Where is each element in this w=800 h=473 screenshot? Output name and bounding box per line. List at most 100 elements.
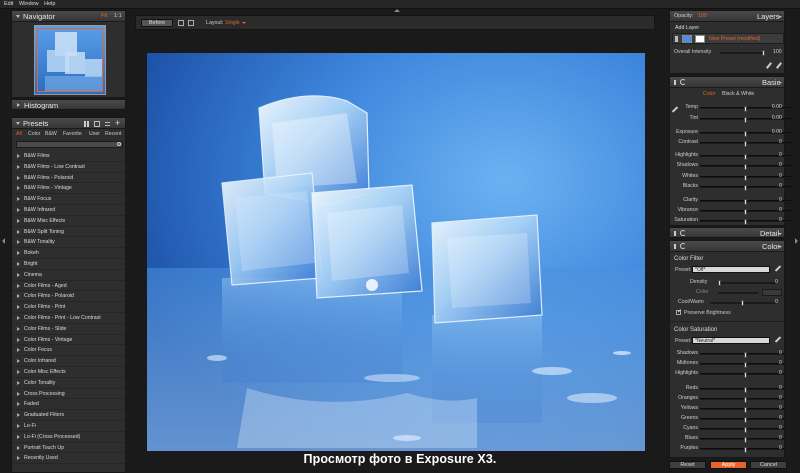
detail-header[interactable]: Detail	[669, 227, 785, 238]
presets-search-input[interactable]	[16, 141, 123, 148]
color-swatch[interactable]	[762, 289, 782, 296]
chevron-down-icon[interactable]	[778, 233, 782, 235]
expand-arrow-icon[interactable]	[17, 413, 20, 418]
slider-knob[interactable]	[744, 117, 747, 123]
navigator-header[interactable]: Navigator Fit 1:1	[12, 11, 125, 22]
slider-track[interactable]	[700, 352, 784, 358]
expand-arrow-icon[interactable]	[17, 175, 20, 180]
slider-track[interactable]	[700, 387, 784, 393]
collapse-top-icon[interactable]	[394, 9, 400, 12]
slider-knob[interactable]	[744, 397, 747, 403]
preset-folder[interactable]: Color Films - Vintage	[12, 335, 125, 346]
slider-knob[interactable]	[744, 141, 747, 147]
expand-arrow-icon[interactable]	[17, 103, 20, 107]
preset-folder[interactable]: B&W Misc Effects	[12, 216, 125, 227]
expand-arrow-icon[interactable]	[17, 218, 20, 223]
slider-track[interactable]	[700, 417, 784, 423]
slider-track[interactable]	[700, 372, 784, 378]
expand-arrow-icon[interactable]	[17, 154, 20, 158]
tab-color[interactable]: Color	[28, 131, 40, 137]
preset-folder[interactable]: Color Films - Aged	[12, 281, 125, 292]
slider-knob[interactable]	[744, 106, 747, 112]
preset-folder[interactable]: Cross Processing	[12, 389, 125, 400]
vibrance-slider[interactable]: Vibrance 0	[670, 206, 792, 216]
preset-folder[interactable]: Cinema	[12, 270, 125, 281]
midtones-slider[interactable]: Midtones 0	[670, 359, 784, 369]
layer-visibility-icon[interactable]	[675, 36, 678, 42]
expand-arrow-icon[interactable]	[17, 283, 20, 288]
before-button[interactable]: Before	[141, 19, 173, 27]
slider-knob[interactable]	[744, 427, 747, 433]
expand-arrow-icon[interactable]	[17, 370, 20, 374]
layers-header[interactable]: Opacity: 100 Layers	[670, 11, 784, 22]
preset-folder[interactable]: B&W Infrared	[12, 205, 125, 216]
collapse-left-icon[interactable]	[2, 238, 5, 244]
panel-toggle-icon[interactable]	[674, 80, 676, 85]
expand-arrow-icon[interactable]	[17, 208, 20, 212]
zoom-1to1-button[interactable]: 1:1	[114, 13, 122, 19]
tab-all[interactable]: All	[16, 131, 22, 137]
color-track[interactable]	[718, 292, 758, 294]
color-header[interactable]: Color	[670, 241, 784, 252]
preset-folder[interactable]: Bokeh	[12, 248, 125, 259]
reds-slider[interactable]: Reds 0	[670, 384, 784, 394]
expand-arrow-icon[interactable]	[17, 424, 20, 428]
add-layer-button[interactable]: Add Layer	[675, 25, 699, 31]
color-swatch-row[interactable]: Color	[670, 288, 784, 298]
exposure-slider[interactable]: Exposure 0.00	[670, 128, 792, 138]
coolwarm-track[interactable]	[710, 300, 776, 306]
slider-track[interactable]	[700, 437, 784, 443]
slider-knob[interactable]	[744, 352, 747, 358]
panel-toggle-icon[interactable]	[674, 231, 676, 236]
oranges-slider[interactable]: Oranges 0	[670, 394, 784, 404]
preset-folder[interactable]: Color Films - Polaroid	[12, 291, 125, 303]
slider-track[interactable]	[700, 447, 784, 453]
preset-folder[interactable]: B&W Films	[12, 151, 125, 162]
slider-knob[interactable]	[744, 437, 747, 443]
saturation-slider[interactable]: Saturation 0	[670, 216, 792, 226]
preset-folder[interactable]: B&W Focus	[12, 194, 125, 205]
expand-arrow-icon[interactable]	[17, 262, 20, 266]
preset-folder[interactable]: Color Infrared	[12, 356, 125, 367]
expand-arrow-icon[interactable]	[17, 164, 20, 169]
brush-icon[interactable]	[765, 62, 773, 69]
highlights-slider[interactable]: Highlights 0	[670, 369, 784, 379]
tab-user[interactable]: User	[89, 131, 100, 137]
layer-row[interactable]: New Preset (modified)	[672, 33, 784, 44]
expand-arrow-icon[interactable]	[17, 380, 20, 385]
preset-folder[interactable]: B&W Split Toning	[12, 227, 125, 238]
slider-knob[interactable]	[744, 175, 747, 181]
tint-slider[interactable]: Tint 0.00	[670, 114, 792, 124]
preserve-brightness-checkbox[interactable]: ✓	[676, 309, 682, 315]
slider-track[interactable]	[700, 407, 784, 413]
zoom-fit-button[interactable]: Fit	[101, 13, 107, 19]
eyedropper-icon[interactable]	[774, 265, 782, 272]
panel-toggle-icon[interactable]	[674, 244, 676, 249]
density-knob[interactable]	[718, 280, 721, 286]
layer-name[interactable]: New Preset (modified)	[709, 36, 760, 42]
layout-dropdown[interactable]: Single	[225, 20, 240, 26]
preset-folder[interactable]: Lo-Fi	[12, 421, 125, 432]
basic-header[interactable]: Basic	[670, 77, 784, 88]
expand-arrow-icon[interactable]	[17, 445, 20, 450]
slider-knob[interactable]	[744, 131, 747, 137]
expand-arrow-icon[interactable]	[17, 251, 20, 256]
collapse-arrow-icon[interactable]	[16, 122, 20, 125]
menu-icon[interactable]	[105, 122, 110, 126]
menu-window[interactable]: Window	[19, 1, 39, 7]
tab-recent[interactable]: Recent	[105, 131, 121, 137]
preset-folder[interactable]: Lo-Fi (Cross Processed)	[12, 432, 125, 443]
slider-knob[interactable]	[744, 199, 747, 205]
grid-view-icon[interactable]	[84, 121, 90, 127]
side-by-side-icon[interactable]	[178, 20, 184, 26]
preset-folder[interactable]: Color Tonality	[12, 378, 125, 389]
presets-header[interactable]: Presets +	[12, 118, 125, 129]
collapse-right-icon[interactable]	[795, 238, 798, 244]
opacity-value[interactable]: 100	[698, 13, 707, 19]
menu-help[interactable]: Help	[44, 1, 55, 7]
expand-arrow-icon[interactable]	[17, 391, 20, 396]
preset-folder[interactable]: Color Misc Effects	[12, 367, 125, 378]
expand-arrow-icon[interactable]	[17, 197, 20, 202]
slider-knob[interactable]	[744, 417, 747, 423]
preset-folder[interactable]: B&W Films - Polaroid	[12, 173, 125, 184]
